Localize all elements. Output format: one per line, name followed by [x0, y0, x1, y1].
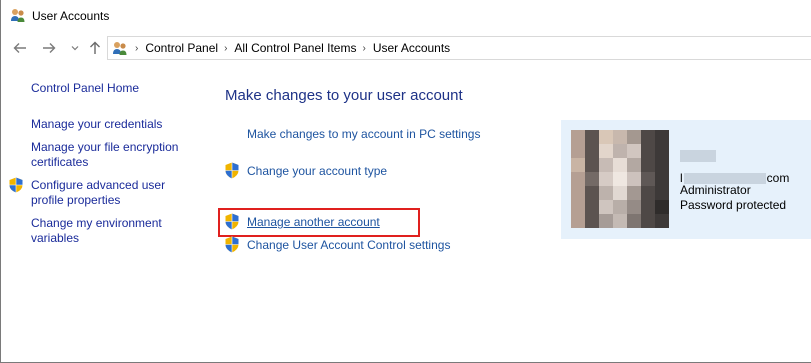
- email-suffix: com: [766, 171, 790, 185]
- account-role: Administrator: [680, 183, 751, 197]
- user-accounts-icon: [11, 9, 25, 22]
- navigation-bar: › Control Panel › All Control Panel Item…: [1, 35, 811, 61]
- arrow-left-icon[interactable]: [10, 38, 30, 58]
- breadcrumb-all-items[interactable]: All Control Panel Items: [234, 41, 356, 55]
- chevron-right-icon[interactable]: ›: [135, 43, 138, 54]
- advanced-profile-link-line1[interactable]: Configure advanced user: [31, 177, 165, 193]
- account-password-status: Password protected: [680, 198, 787, 212]
- user-accounts-window: User Accounts › Control Panel › All Cont…: [0, 0, 811, 363]
- breadcrumb-user-accounts[interactable]: User Accounts: [373, 41, 450, 55]
- arrow-up-icon[interactable]: [85, 38, 105, 58]
- environment-variables-link-line1[interactable]: Change my environment: [31, 215, 162, 231]
- title-bar: User Accounts: [1, 0, 811, 31]
- uac-shield-icon: [225, 236, 239, 253]
- avatar: [571, 130, 669, 228]
- uac-shield-icon: [9, 177, 23, 193]
- breadcrumb-control-panel[interactable]: Control Panel: [145, 41, 218, 55]
- highlight-box: [218, 208, 420, 237]
- window-title: User Accounts: [32, 9, 110, 23]
- manage-credentials-link[interactable]: Manage your credentials: [31, 116, 162, 132]
- arrow-right-icon[interactable]: [39, 38, 59, 58]
- account-card: l com Administrator Password protected: [561, 120, 811, 239]
- control-panel-icon: [113, 42, 127, 55]
- page-title: Make changes to your user account: [225, 87, 463, 104]
- uac-shield-icon: [225, 162, 239, 179]
- address-bar[interactable]: › Control Panel › All Control Panel Item…: [107, 36, 811, 60]
- redacted-name-block: [680, 150, 716, 162]
- change-account-type-link[interactable]: Change your account type: [247, 164, 387, 178]
- file-encryption-link-line1[interactable]: Manage your file encryption: [31, 139, 178, 155]
- file-encryption-link-line2[interactable]: certificates: [31, 154, 88, 170]
- advanced-profile-link-line2[interactable]: profile properties: [31, 192, 120, 208]
- control-panel-home-link[interactable]: Control Panel Home: [31, 80, 139, 96]
- pc-settings-link[interactable]: Make changes to my account in PC setting…: [247, 127, 480, 141]
- chevron-right-icon[interactable]: ›: [224, 43, 227, 54]
- chevron-right-icon[interactable]: ›: [362, 43, 365, 54]
- chevron-down-icon[interactable]: [65, 38, 85, 58]
- pixelated-profile-picture: [571, 130, 669, 228]
- uac-settings-link[interactable]: Change User Account Control settings: [247, 238, 450, 252]
- environment-variables-link-line2[interactable]: variables: [31, 230, 79, 246]
